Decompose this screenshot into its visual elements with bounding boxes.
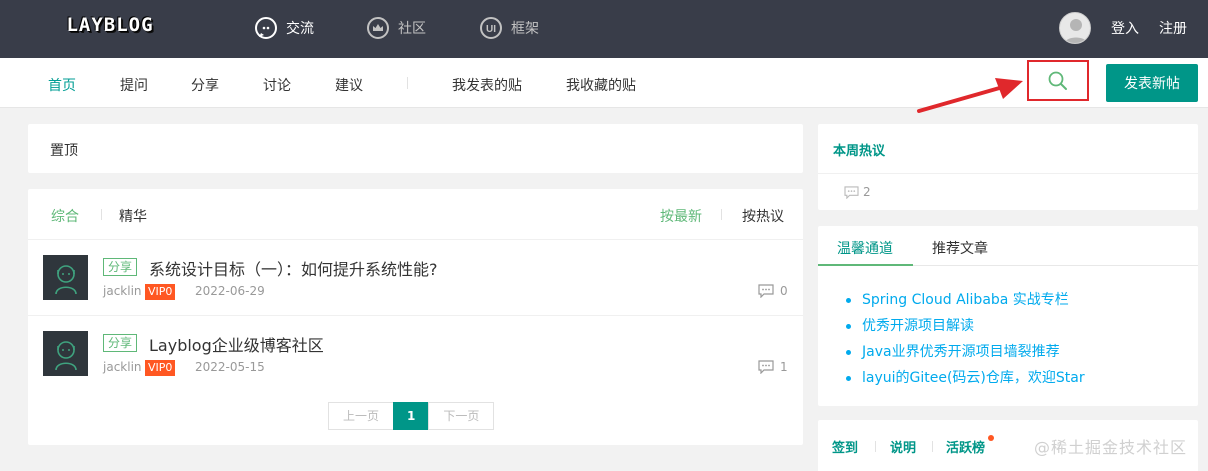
ui-icon: UI xyxy=(480,17,502,39)
channel-link[interactable]: 优秀开源项目解读 xyxy=(846,316,1085,342)
weekly-hot-title: 本周热议 xyxy=(833,144,886,159)
channels-panel: 温馨通道 推荐文章 Spring Cloud Alibaba 实战专栏 优秀开源… xyxy=(818,226,1198,406)
site-logo[interactable]: LAYBLOG xyxy=(48,6,172,44)
new-post-button[interactable]: 发表新帖 xyxy=(1106,64,1198,102)
subnav-divider xyxy=(407,77,408,89)
vip-badge: VIP0 xyxy=(145,284,176,300)
weekly-hot-panel: 本周热议 2 xyxy=(818,124,1198,210)
next-page-button[interactable]: 下一页 xyxy=(428,402,495,430)
list-item: 分享 Layblog企业级博客社区 jacklin VIP0 2022-05-1… xyxy=(28,316,803,392)
sort-latest[interactable]: 按最新 xyxy=(660,206,702,226)
divider xyxy=(875,441,876,452)
post-date: 2022-06-29 xyxy=(195,284,265,298)
post-category-badge[interactable]: 分享 xyxy=(103,258,138,276)
author-avatar-icon xyxy=(54,264,77,294)
crown-icon xyxy=(367,17,389,39)
author-avatar-icon xyxy=(54,340,77,370)
channel-links: Spring Cloud Alibaba 实战专栏 优秀开源项目解读 Java业… xyxy=(846,290,1085,394)
user-avatar[interactable] xyxy=(1059,12,1091,44)
active-tab-indicator xyxy=(818,264,913,266)
pinned-title: 置顶 xyxy=(50,143,78,159)
watermark: @稀土掘金技术社区 xyxy=(1034,438,1188,457)
prev-page-button[interactable]: 上一页 xyxy=(328,402,395,430)
pinned-panel: 置顶 xyxy=(28,124,803,173)
comment-icon xyxy=(758,360,774,374)
post-feed: 综合 精华 按最新 按热议 分享 系统设计目标（一）：如何提升系统性能? jac… xyxy=(28,189,803,445)
reply-count: 0 xyxy=(758,284,788,298)
channel-link[interactable]: Java业界优秀开源项目墙裂推荐 xyxy=(846,342,1085,368)
topnav-framework[interactable]: UI 框架 xyxy=(479,14,539,42)
subnav-home[interactable]: 首页 xyxy=(48,75,76,95)
feed-tab-divider xyxy=(101,209,102,220)
subnav-my-posts[interactable]: 我发表的贴 xyxy=(452,75,522,95)
tab-instructions[interactable]: 说明 xyxy=(890,437,916,456)
pagination: 上一页 1 下一页 xyxy=(328,402,495,430)
divider xyxy=(818,173,1198,174)
topnav-chat-label: 交流 xyxy=(286,21,314,37)
tab-featured[interactable]: 精华 xyxy=(119,206,147,226)
subnav-discuss[interactable]: 讨论 xyxy=(263,75,291,95)
subnav-question[interactable]: 提问 xyxy=(120,75,148,95)
comment-icon xyxy=(758,284,774,298)
comment-icon xyxy=(844,185,859,199)
tab-signin[interactable]: 签到 xyxy=(832,437,858,456)
post-avatar[interactable] xyxy=(43,255,88,300)
post-author[interactable]: jacklin xyxy=(103,360,142,374)
post-category-badge[interactable]: 分享 xyxy=(103,334,138,352)
subnav-share[interactable]: 分享 xyxy=(191,75,219,95)
register-link[interactable]: 注册 xyxy=(1159,18,1187,38)
topnav-community[interactable]: 社区 xyxy=(366,14,426,42)
subnav-my-favorites[interactable]: 我收藏的贴 xyxy=(566,75,636,95)
logo-text: LAYBLOG xyxy=(66,14,154,36)
search-button[interactable] xyxy=(1027,60,1089,101)
search-icon xyxy=(1048,71,1067,90)
page-1-button[interactable]: 1 xyxy=(393,402,430,430)
notification-dot xyxy=(988,435,994,441)
red-arrow-annotation xyxy=(917,78,1023,113)
svg-text:UI: UI xyxy=(486,24,496,35)
tab-recommended[interactable]: 推荐文章 xyxy=(932,238,988,258)
topnav-framework-label: 框架 xyxy=(511,21,539,37)
divider xyxy=(932,441,933,452)
post-title[interactable]: Layblog企业级博客社区 xyxy=(149,332,324,356)
tab-warm-channel[interactable]: 温馨通道 xyxy=(837,238,893,258)
tab-all[interactable]: 综合 xyxy=(51,206,79,226)
topnav-community-label: 社区 xyxy=(398,21,426,37)
post-author[interactable]: jacklin xyxy=(103,284,142,298)
post-date: 2022-05-15 xyxy=(195,360,265,374)
channel-link[interactable]: layui的Gitee(码云)仓库，欢迎Star xyxy=(846,368,1085,394)
sort-hot[interactable]: 按热议 xyxy=(742,206,784,226)
channel-link[interactable]: Spring Cloud Alibaba 实战专栏 xyxy=(846,290,1085,316)
top-header: LAYBLOG 交流 社区 UI 框架 登入 注册 xyxy=(0,0,1208,58)
login-link[interactable]: 登入 xyxy=(1111,18,1139,38)
list-item: 分享 系统设计目标（一）：如何提升系统性能? jacklin VIP0 2022… xyxy=(28,240,803,316)
reply-count-value: 0 xyxy=(780,284,788,298)
vip-badge: VIP0 xyxy=(145,360,176,376)
hot-reply-count: 2 xyxy=(844,185,871,199)
post-title[interactable]: 系统设计目标（一）：如何提升系统性能? xyxy=(149,256,438,280)
reply-count-value: 1 xyxy=(780,360,788,374)
topnav-chat[interactable]: 交流 xyxy=(254,14,314,42)
sort-divider xyxy=(721,209,722,220)
tab-active-ranking[interactable]: 活跃榜 xyxy=(946,437,985,456)
user-icon xyxy=(1064,19,1088,43)
chat-icon xyxy=(255,17,277,39)
reply-count: 1 xyxy=(758,360,788,374)
subnav-suggest[interactable]: 建议 xyxy=(335,75,363,95)
feed-tabs: 综合 精华 按最新 按热议 xyxy=(28,189,803,240)
hot-count-value: 2 xyxy=(863,185,871,199)
post-avatar[interactable] xyxy=(43,331,88,376)
